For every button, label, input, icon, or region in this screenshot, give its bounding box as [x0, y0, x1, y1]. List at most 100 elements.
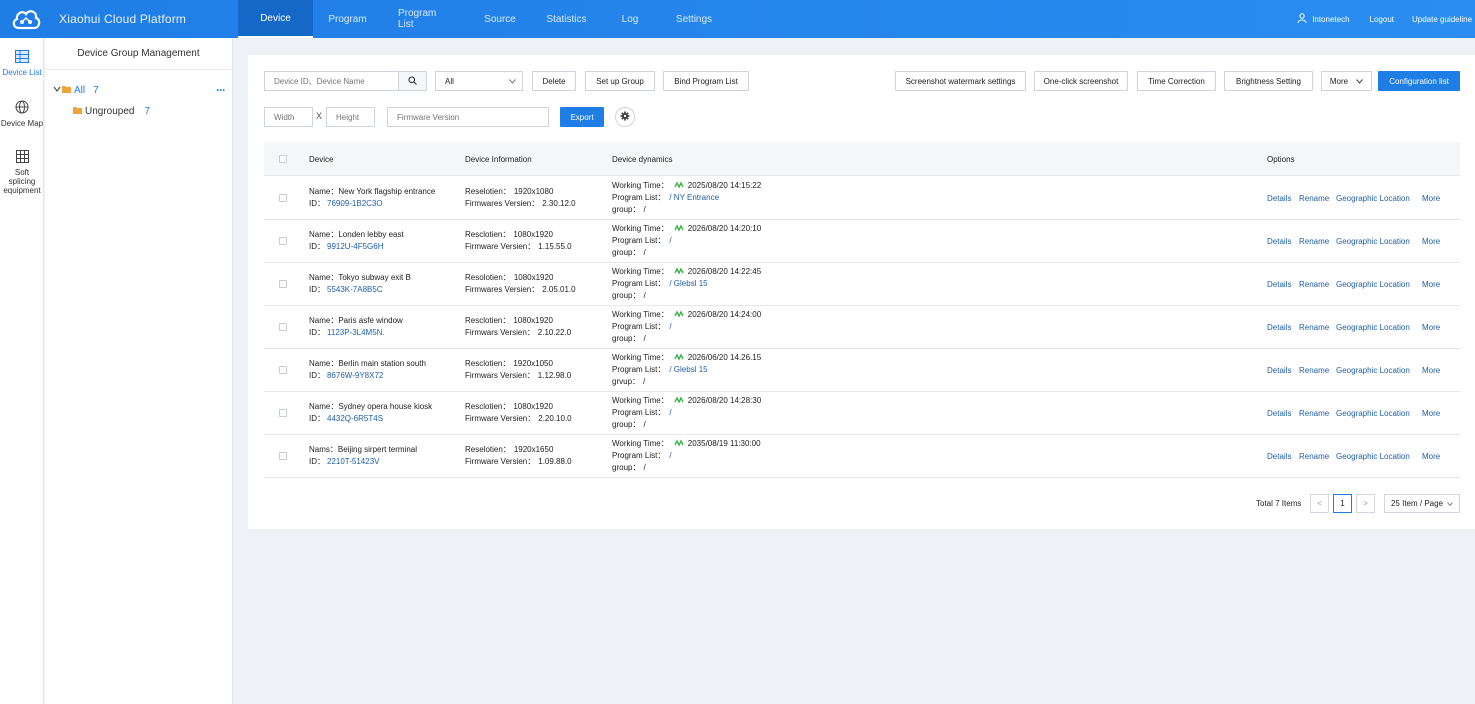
- width-input[interactable]: [264, 107, 313, 127]
- page-1-button[interactable]: 1: [1333, 494, 1352, 513]
- more-link[interactable]: More: [1422, 452, 1440, 461]
- chevron-down-icon[interactable]: [53, 85, 61, 96]
- details-link[interactable]: Details: [1267, 409, 1291, 418]
- geographic-location-link[interactable]: Geographic Location: [1336, 366, 1410, 375]
- more-link[interactable]: More: [1422, 280, 1440, 289]
- firmware-value: 2.10.22.0: [537, 328, 572, 337]
- device-id[interactable]: 76909-1B2C3O: [327, 199, 383, 208]
- brightness-setting-button[interactable]: Brightness Setting: [1224, 71, 1313, 91]
- select-all-checkbox[interactable]: [279, 155, 287, 163]
- rail-device-list[interactable]: Device List: [0, 50, 44, 77]
- rename-link[interactable]: Rename: [1299, 409, 1329, 418]
- details-link[interactable]: Details: [1267, 237, 1291, 246]
- program-list-value[interactable]: / NY Entrance: [669, 193, 719, 202]
- nav-statistics[interactable]: Statistics: [530, 0, 603, 38]
- prev-page-button[interactable]: <: [1310, 494, 1329, 513]
- program-list-value[interactable]: /: [669, 451, 671, 460]
- configuration-list-button[interactable]: Configuration list: [1378, 71, 1460, 91]
- geographic-location-link[interactable]: Geographic Location: [1336, 323, 1410, 332]
- filter-select[interactable]: All: [435, 71, 523, 91]
- geographic-location-link[interactable]: Geographic Location: [1336, 409, 1410, 418]
- device-id[interactable]: 4432Q-6R5T4S: [327, 414, 383, 423]
- rename-link[interactable]: Rename: [1299, 323, 1329, 332]
- resolution-value: 1920x1080: [513, 187, 554, 196]
- screenshot-watermark-button[interactable]: Screenshot watermark settings: [895, 71, 1026, 91]
- update-guideline-link[interactable]: Update guideline: [1412, 15, 1475, 24]
- height-input[interactable]: [326, 107, 375, 127]
- search-input[interactable]: [264, 71, 398, 91]
- user-menu[interactable]: lntonetech: [1297, 13, 1350, 25]
- row-checkbox[interactable]: [279, 194, 287, 202]
- nav-program-list[interactable]: Program List: [382, 0, 470, 38]
- logout-link[interactable]: Logout: [1370, 15, 1394, 24]
- rail-device-map[interactable]: Device Map: [0, 100, 44, 128]
- firmware-label: Firmwares Versien：: [465, 199, 540, 208]
- program-list-value[interactable]: / Glebsl 15: [669, 365, 707, 374]
- geographic-location-link[interactable]: Geographic Location: [1336, 194, 1410, 203]
- program-list-value[interactable]: /: [669, 322, 671, 331]
- export-button[interactable]: Export: [560, 107, 604, 127]
- row-checkbox[interactable]: [279, 323, 287, 331]
- row-checkbox[interactable]: [279, 409, 287, 417]
- rename-link[interactable]: Rename: [1299, 280, 1329, 289]
- firmware-value: 2.20.10.0: [538, 414, 572, 423]
- more-link[interactable]: More: [1422, 194, 1440, 203]
- nav-settings[interactable]: Settings: [657, 0, 731, 38]
- bind-program-list-button[interactable]: Bind Program List: [663, 71, 749, 91]
- program-list-value[interactable]: / Glebsl 15: [669, 279, 707, 288]
- rail-label-device-list: Device List: [2, 68, 42, 77]
- more-link[interactable]: More: [1422, 323, 1440, 332]
- nav-device[interactable]: Device: [238, 0, 313, 38]
- program-list-value[interactable]: /: [669, 408, 671, 417]
- details-link[interactable]: Details: [1267, 452, 1291, 461]
- cloud-logo-icon[interactable]: [11, 4, 41, 34]
- gear-icon: [620, 108, 630, 126]
- device-id[interactable]: 8676W-9Y8X72: [327, 371, 383, 380]
- time-correction-button[interactable]: Time Correction: [1137, 71, 1216, 91]
- more-link[interactable]: More: [1422, 366, 1440, 375]
- device-id[interactable]: 5543K-7A8B5C: [327, 285, 383, 294]
- tree-node-all[interactable]: All 7 ···: [53, 83, 226, 97]
- rename-link[interactable]: Rename: [1299, 237, 1329, 246]
- rename-link[interactable]: Rename: [1299, 366, 1329, 375]
- search-button[interactable]: [398, 71, 427, 91]
- row-checkbox[interactable]: [279, 280, 287, 288]
- row-checkbox[interactable]: [279, 452, 287, 460]
- delete-button[interactable]: Delete: [532, 71, 576, 91]
- geographic-location-link[interactable]: Geographic Location: [1336, 280, 1410, 289]
- rename-link[interactable]: Rename: [1299, 452, 1329, 461]
- tree-node-ungrouped[interactable]: Ungrouped 7: [73, 106, 150, 117]
- details-link[interactable]: Details: [1267, 194, 1291, 203]
- device-id[interactable]: 9912U-4F5G6H: [327, 242, 383, 251]
- nav-source[interactable]: Source: [470, 0, 530, 38]
- device-id[interactable]: 2210T-51423V: [327, 457, 380, 466]
- nav-log[interactable]: Log: [603, 0, 657, 38]
- group-label: group：: [612, 463, 641, 472]
- next-page-button[interactable]: >: [1356, 494, 1375, 513]
- row-checkbox[interactable]: [279, 366, 287, 374]
- firmware-version-input[interactable]: [387, 107, 549, 127]
- program-list-value[interactable]: /: [669, 236, 671, 245]
- rail-soft-splicing[interactable]: Soft splicing equipment: [0, 150, 44, 195]
- details-link[interactable]: Details: [1267, 323, 1291, 332]
- online-signal-icon: [674, 439, 684, 451]
- details-link[interactable]: Details: [1267, 366, 1291, 375]
- device-name: Londen lebby east: [338, 230, 404, 239]
- nav-program[interactable]: Program: [313, 0, 382, 38]
- rename-link[interactable]: Rename: [1299, 194, 1329, 203]
- more-link[interactable]: More: [1422, 237, 1440, 246]
- details-link[interactable]: Details: [1267, 280, 1291, 289]
- geographic-location-link[interactable]: Geographic Location: [1336, 237, 1410, 246]
- more-options-icon[interactable]: ···: [216, 83, 226, 97]
- device-id[interactable]: 1123P-3L4M5N.: [327, 328, 385, 337]
- row-checkbox[interactable]: [279, 237, 287, 245]
- setup-group-button[interactable]: Set up Group: [585, 71, 655, 91]
- page-size-select[interactable]: 25 Item / Page: [1384, 494, 1460, 513]
- more-link[interactable]: More: [1422, 409, 1440, 418]
- column-settings-button[interactable]: [615, 107, 635, 127]
- chevron-down-icon: [1447, 499, 1453, 508]
- tree-label-all: All: [74, 84, 86, 96]
- more-dropdown-button[interactable]: More: [1321, 71, 1372, 91]
- one-click-screenshot-button[interactable]: One-click screenshot: [1034, 71, 1128, 91]
- geographic-location-link[interactable]: Geographic Location: [1336, 452, 1410, 461]
